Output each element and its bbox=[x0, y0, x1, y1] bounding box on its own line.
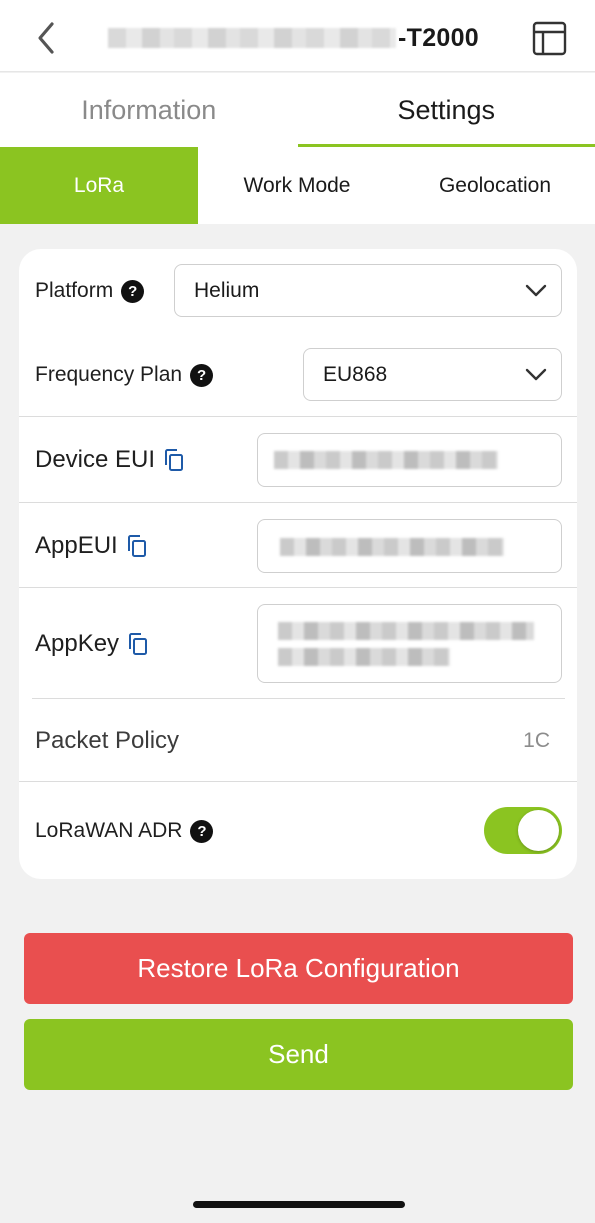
app-eui-label: AppEUI bbox=[35, 532, 118, 559]
divider bbox=[19, 587, 577, 588]
packet-policy-value: 1C bbox=[523, 729, 550, 752]
tab-information[interactable]: Information bbox=[0, 73, 298, 147]
lora-settings-card: Platform ? Helium Frequency Plan ? EU868… bbox=[19, 249, 577, 879]
device-eui-label: Device EUI bbox=[35, 446, 156, 473]
restore-lora-config-button[interactable]: Restore LoRa Configuration bbox=[24, 933, 573, 1004]
device-eui-label-group: Device EUI bbox=[35, 445, 185, 475]
main-tabs: Information Settings bbox=[0, 73, 595, 147]
device-title: -T2000 bbox=[108, 22, 479, 54]
platform-value: Helium bbox=[194, 278, 260, 302]
packet-policy-label: Packet Policy bbox=[35, 727, 180, 754]
device-title-suffix: -T2000 bbox=[398, 23, 480, 52]
platform-label: Platform bbox=[35, 279, 114, 302]
send-button[interactable]: Send bbox=[24, 1019, 573, 1090]
redacted-device-name bbox=[108, 28, 396, 48]
redacted-device-eui bbox=[274, 451, 498, 469]
divider bbox=[19, 781, 577, 782]
chevron-down-icon bbox=[525, 368, 547, 381]
redacted-app-key-line2 bbox=[278, 648, 450, 666]
copy-icon[interactable] bbox=[126, 534, 148, 558]
redacted-app-eui bbox=[280, 538, 504, 556]
chevron-down-icon bbox=[525, 284, 547, 297]
adr-toggle[interactable] bbox=[484, 807, 562, 854]
app-key-label: AppKey bbox=[35, 630, 120, 657]
top-bar: -T2000 bbox=[0, 0, 595, 72]
chevron-left-icon bbox=[38, 22, 54, 54]
frequency-plan-value: EU868 bbox=[323, 362, 388, 386]
layout-button[interactable] bbox=[530, 20, 570, 58]
divider bbox=[32, 698, 565, 699]
app-key-label-group: AppKey bbox=[35, 629, 149, 659]
copy-icon[interactable] bbox=[127, 632, 149, 656]
redacted-app-key-line1 bbox=[278, 622, 534, 640]
help-icon[interactable]: ? bbox=[121, 279, 145, 303]
home-indicator bbox=[193, 1201, 405, 1208]
copy-icon[interactable] bbox=[163, 448, 185, 472]
help-icon[interactable]: ? bbox=[190, 819, 214, 843]
app-eui-label-group: AppEUI bbox=[35, 531, 148, 561]
device-eui-field[interactable] bbox=[257, 433, 562, 487]
divider bbox=[19, 502, 577, 503]
adr-label: LoRaWAN ADR bbox=[35, 819, 183, 842]
app-eui-field[interactable] bbox=[257, 519, 562, 573]
divider bbox=[19, 416, 577, 417]
adr-label-group: LoRaWAN ADR ? bbox=[35, 818, 214, 844]
tab-settings[interactable]: Settings bbox=[297, 73, 595, 147]
frequency-plan-label: Frequency Plan bbox=[35, 363, 183, 386]
back-button[interactable] bbox=[28, 18, 68, 58]
layout-panel-icon bbox=[532, 21, 567, 56]
help-icon[interactable]: ? bbox=[190, 363, 214, 387]
subtab-geolocation[interactable]: Geolocation bbox=[396, 147, 594, 224]
platform-select[interactable]: Helium bbox=[174, 264, 562, 317]
platform-label-group: Platform ? bbox=[35, 278, 145, 304]
app-key-field[interactable] bbox=[257, 604, 562, 683]
frequency-plan-select[interactable]: EU868 bbox=[303, 348, 562, 401]
subtab-lora[interactable]: LoRa bbox=[0, 147, 198, 224]
toggle-knob bbox=[518, 810, 559, 851]
frequency-plan-label-group: Frequency Plan ? bbox=[35, 362, 214, 388]
settings-sub-tabs: LoRa Work Mode Geolocation bbox=[0, 147, 595, 224]
subtab-work-mode[interactable]: Work Mode bbox=[198, 147, 396, 224]
